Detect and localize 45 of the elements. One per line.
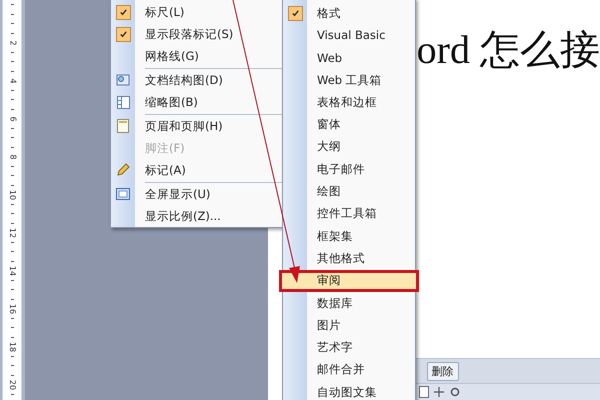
menu-item[interactable]: 标记(A) [111,159,282,181]
ruler-number: 2 [8,40,16,46]
menu-item[interactable]: 表格和边框 [283,91,415,114]
menu-item[interactable]: 页眉和页脚(H) [111,115,282,137]
menu-item[interactable]: 显示比例(Z)... [111,205,282,227]
thumbnails-icon [116,96,130,108]
menu-item[interactable]: 艺术字 [283,336,415,359]
menu-item[interactable]: 其他格式 [283,247,415,270]
menu-item[interactable]: 绘图 [283,180,415,203]
page-icon[interactable] [418,386,429,398]
menu-item[interactable]: Visual Basic [283,24,415,47]
menu-item[interactable]: 数据库 [283,292,415,314]
ruler-number: 8 [8,154,16,160]
menu-item[interactable]: 文档结构图(D) [111,69,282,91]
menu-item[interactable]: 控件工具箱 [283,202,415,225]
fullscreen-icon [116,188,130,200]
menu-item[interactable]: 审阅 [279,270,419,292]
delete-button[interactable]: 删除 [426,362,459,380]
menu-item[interactable]: 显示段落标记(S) [111,23,282,45]
page-icon [117,119,129,133]
menu-item[interactable]: 缩略图(B) [111,91,282,113]
document-map-icon [116,74,130,86]
menu-item[interactable]: 格式 [283,2,415,24]
menu-item[interactable]: 窗体 [283,113,415,136]
ruler-number: 6 [8,116,16,122]
ruler-number: 4 [8,78,16,84]
menu-item[interactable]: Web 工具箱 [283,68,415,92]
document-heading: ord 怎么接 [416,30,600,74]
menu-item[interactable]: 自动图文集 [283,381,415,400]
ruler-number: 18 [8,342,16,352]
menu-item[interactable]: 框架集 [283,224,415,248]
pencil-icon [116,163,130,177]
menu-item[interactable]: 全屏显示(U) [111,183,282,205]
ruler-number: 20 [8,380,16,390]
menu-item[interactable]: 邮件合并 [283,358,415,382]
ruler-number: 14 [8,266,16,276]
menu-item[interactable]: 图片 [283,314,415,336]
menu-item[interactable]: 电子邮件 [283,158,415,180]
menu-item[interactable]: 网格线(G) [111,45,282,67]
menu-item[interactable]: 标尺(L) [111,1,282,23]
menu-item[interactable]: Web [283,46,415,69]
menu-item[interactable]: 大纲 [283,136,415,158]
ruler-number: 12 [8,228,16,238]
ruler-number: 10 [8,190,16,200]
ruler-number: 16 [8,304,16,314]
